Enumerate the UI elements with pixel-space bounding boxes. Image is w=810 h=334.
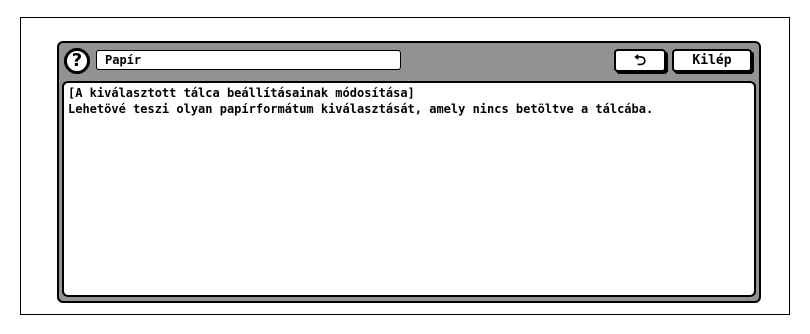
title-bar: ? Papír ⮌ Kilép — [62, 47, 756, 77]
dialog-title: Papír — [96, 50, 401, 70]
return-arrow-icon: ⮌ — [633, 51, 646, 69]
help-heading: [A kiválasztott tálca beállításainak mód… — [68, 86, 415, 100]
question-mark-icon: ? — [64, 48, 90, 74]
exit-button[interactable]: Kilép — [672, 49, 752, 72]
help-content: [A kiválasztott tálca beállításainak mód… — [62, 81, 756, 297]
help-body: Lehetövé teszi olyan papírformátum kivál… — [68, 102, 654, 116]
help-dialog: ? Papír ⮌ Kilép [A kiválasztott tálca be… — [57, 41, 761, 303]
back-button[interactable]: ⮌ — [614, 49, 666, 72]
